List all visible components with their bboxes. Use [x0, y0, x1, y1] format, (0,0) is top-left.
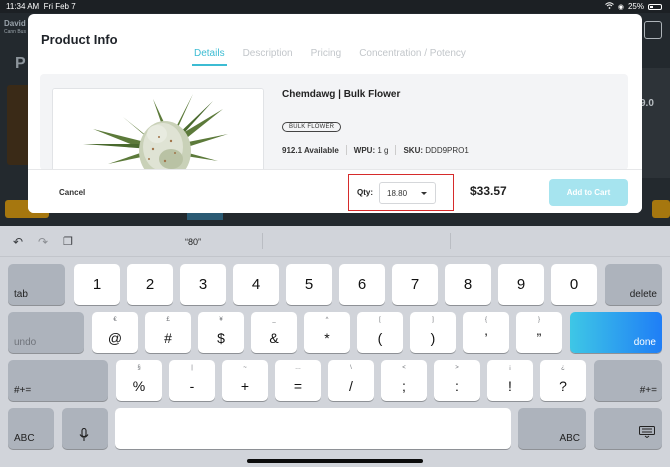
key-9[interactable]: 9 — [498, 264, 544, 305]
key-percent[interactable]: §% — [116, 360, 162, 401]
qty-label: Qty: — [357, 188, 373, 197]
key-dollar[interactable]: ¥ $ — [198, 312, 244, 353]
bg-price: 9.0 — [640, 98, 654, 109]
qty-highlight-box: Qty: 18.80 — [348, 174, 454, 211]
available-quantity: 912.1 Available — [282, 145, 339, 155]
abc-key-right[interactable]: ABC — [518, 408, 586, 449]
key-0[interactable]: 0 — [551, 264, 597, 305]
undo-icon[interactable]: ↶ — [13, 235, 23, 249]
cannabis-bud-image — [53, 89, 263, 177]
status-time: 11:34 AM Fri Feb 7 — [6, 2, 76, 11]
redo-icon[interactable]: ↷ — [38, 235, 48, 249]
qty-select[interactable]: 18.80 — [379, 182, 436, 204]
divider — [262, 233, 263, 249]
key-ampersand[interactable]: _ & — [251, 312, 297, 353]
key-asterisk[interactable]: ^ * — [304, 312, 350, 353]
bg-button-right — [652, 200, 670, 218]
product-image — [52, 88, 264, 178]
product-meta: 912.1 Available WPU: 1 g SKU: DDD9PRO1 — [282, 145, 469, 155]
tab-key[interactable]: tab — [8, 264, 65, 305]
key-minus[interactable]: | - — [169, 360, 215, 401]
tab-concentration-potency[interactable]: Concentration / Potency — [359, 48, 466, 59]
tab-pricing[interactable]: Pricing — [311, 48, 342, 59]
details-panel: Chemdawg | Bulk Flower BULK FLOWER 912.1… — [40, 74, 628, 178]
key-question[interactable]: ¿? — [540, 360, 586, 401]
symbols-shift-key-right[interactable]: #+= — [594, 360, 662, 401]
microphone-icon — [79, 427, 89, 447]
wpu-value: 1 g — [377, 145, 389, 155]
category-badge: BULK FLOWER — [282, 122, 342, 132]
abc-key-left[interactable]: ABC — [8, 408, 54, 449]
delete-key[interactable]: delete — [605, 264, 662, 305]
key-semicolon[interactable]: <; — [381, 360, 427, 401]
symbols-shift-key-left[interactable]: #+= — [8, 360, 108, 401]
clipboard-icon[interactable]: ❐ — [63, 235, 73, 248]
done-key[interactable]: done — [570, 312, 662, 353]
home-indicator — [247, 459, 423, 463]
logout-icon — [644, 21, 662, 39]
bg-user-info: David Cann Bus — [4, 19, 26, 36]
product-info-modal: Product Info Details Description Pricing… — [28, 14, 642, 213]
key-hash[interactable]: £ # — [145, 312, 191, 353]
key-open-paren[interactable]: [( — [357, 312, 403, 353]
space-bar[interactable] — [115, 408, 511, 449]
modal-footer: Cancel Qty: 18.80 $33.57 Add to Cart — [28, 169, 642, 213]
keyboard-toolbar: ↶ ↷ ❐ “80” — [0, 226, 670, 257]
key-5[interactable]: 5 — [286, 264, 332, 305]
add-to-cart-button[interactable]: Add to Cart — [549, 179, 628, 206]
keyboard-hide-icon — [639, 425, 655, 443]
key-4[interactable]: 4 — [233, 264, 279, 305]
status-bar: 11:34 AM Fri Feb 7 ◉ 25% — [0, 0, 670, 13]
qty-value: 18.80 — [387, 189, 408, 198]
key-7[interactable]: 7 — [392, 264, 438, 305]
key-at[interactable]: € @ — [92, 312, 138, 353]
key-exclamation[interactable]: ¡! — [487, 360, 533, 401]
dismiss-keyboard-key[interactable] — [594, 408, 662, 449]
sku-value: DDD9PRO1 — [425, 145, 469, 155]
key-close-paren[interactable]: ]) — [410, 312, 456, 353]
key-3[interactable]: 3 — [180, 264, 226, 305]
bg-right-panel — [640, 68, 670, 178]
divider — [345, 145, 347, 155]
product-name: Chemdawg | Bulk Flower — [282, 89, 401, 100]
wpu-label: WPU: — [353, 145, 376, 155]
key-1[interactable]: 1 — [74, 264, 120, 305]
cancel-button[interactable]: Cancel — [59, 188, 85, 197]
divider — [395, 145, 397, 155]
divider — [450, 233, 451, 249]
tab-details[interactable]: Details — [192, 48, 227, 66]
undo-key[interactable]: undo — [8, 312, 84, 353]
status-indicators: ◉ 25% — [605, 2, 662, 11]
key-slash[interactable]: \ / — [328, 360, 374, 401]
battery-percent: 25% — [627, 2, 644, 11]
key-6[interactable]: 6 — [339, 264, 385, 305]
key-plus[interactable]: ~ + — [222, 360, 268, 401]
sku-label: SKU: — [403, 145, 424, 155]
key-8[interactable]: 8 — [445, 264, 491, 305]
dictation-key[interactable] — [62, 408, 108, 449]
bg-heading: P — [15, 55, 26, 72]
key-2[interactable]: 2 — [127, 264, 173, 305]
total-price: $33.57 — [470, 184, 507, 198]
tab-description[interactable]: Description — [243, 48, 293, 59]
key-apostrophe[interactable]: {’ — [463, 312, 509, 353]
chevron-down-icon — [421, 192, 427, 195]
key-quote[interactable]: }” — [516, 312, 562, 353]
suggestion-item[interactable]: “80” — [185, 237, 201, 247]
battery-icon — [648, 3, 662, 10]
wifi-icon — [605, 2, 614, 11]
key-equals[interactable]: … = — [275, 360, 321, 401]
modal-title: Product Info — [41, 32, 118, 47]
bg-tab — [187, 213, 223, 220]
key-colon[interactable]: >: — [434, 360, 480, 401]
location-icon: ◉ — [617, 3, 624, 11]
product-tabs: Details Description Pricing Concentratio… — [192, 48, 466, 66]
